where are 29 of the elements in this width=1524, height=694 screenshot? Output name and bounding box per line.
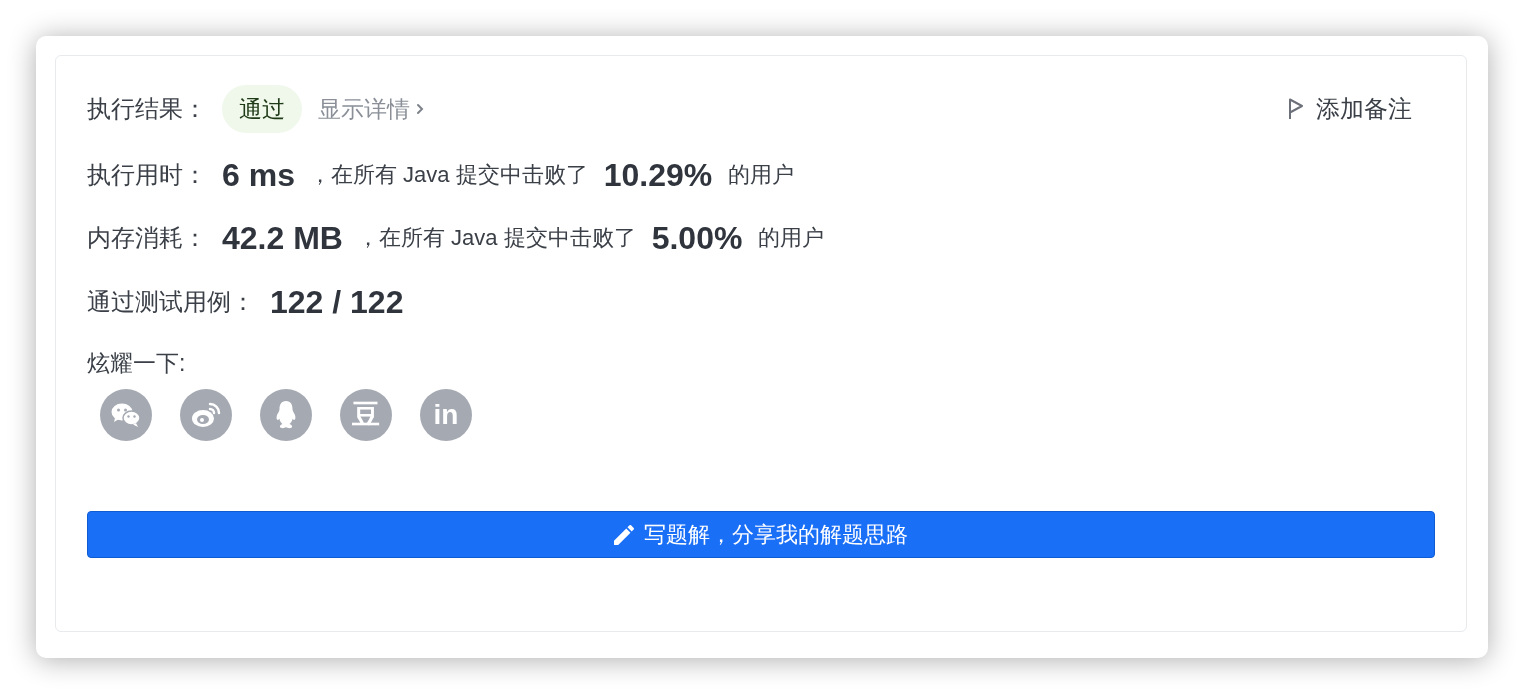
details-link[interactable]: 显示详情 xyxy=(318,93,424,125)
result-label: 执行结果： xyxy=(87,94,207,124)
penguin-icon xyxy=(275,401,297,429)
flag-icon xyxy=(1288,98,1304,120)
share-button[interactable] xyxy=(260,389,312,441)
status-badge: 通过 xyxy=(222,85,302,133)
share-button[interactable] xyxy=(100,389,152,441)
chat-bubbles-icon xyxy=(111,402,141,428)
swirl-eye-icon xyxy=(191,402,221,428)
write-solution-button[interactable]: 写题解，分享我的解题思路 xyxy=(87,511,1435,558)
stat-comparison-text: ，在所有 Java 提交中击败了 xyxy=(356,224,636,252)
stat-suffix: 的用户 xyxy=(728,161,795,189)
chevron-right-icon xyxy=(416,103,424,115)
share-button[interactable] xyxy=(180,389,232,441)
share-label: 炫耀一下: xyxy=(87,349,186,377)
share-button[interactable]: 豆 xyxy=(340,389,392,441)
stat-label: 执行用时： xyxy=(87,160,207,190)
stat-label: 内存消耗： xyxy=(87,223,207,253)
test-cases-value: 122 / 122 xyxy=(270,283,404,321)
stat-value: 42.2 MB xyxy=(222,219,343,257)
add-note-button[interactable]: 添加备注 xyxy=(1288,93,1412,125)
pencil-icon xyxy=(614,524,634,545)
stat-percent: 5.00% xyxy=(651,219,743,257)
share-button[interactable]: in xyxy=(420,389,472,441)
stat-suffix: 的用户 xyxy=(758,224,825,252)
stat-percent: 10.29% xyxy=(603,156,713,194)
stat-value: 6 ms xyxy=(222,156,295,194)
test-cases-label: 通过测试用例： xyxy=(87,287,255,317)
stat-comparison-text: ，在所有 Java 提交中击败了 xyxy=(308,161,588,189)
